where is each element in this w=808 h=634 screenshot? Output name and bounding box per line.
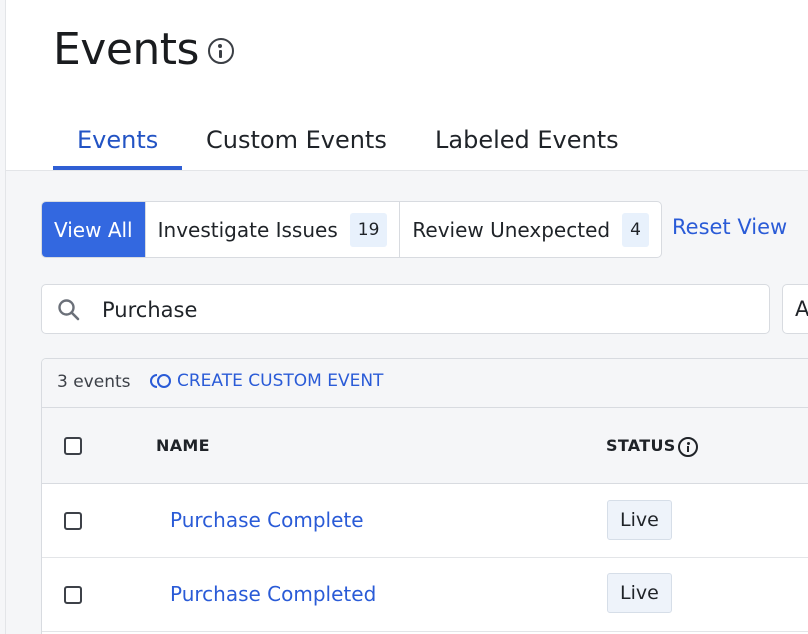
status-badge: Live	[607, 573, 672, 613]
info-icon[interactable]	[208, 38, 234, 64]
row-checkbox[interactable]	[64, 512, 82, 530]
column-header-name[interactable]: NAME	[156, 436, 210, 455]
status-info-icon[interactable]	[678, 437, 698, 457]
page-title: Events	[53, 24, 199, 75]
events-table: 3 events CREATE CUSTOM EVENT NAME STATUS…	[41, 358, 808, 634]
event-name-link[interactable]: Purchase Completed	[170, 582, 376, 606]
view-filter-group: View All Investigate Issues 19 Review Un…	[41, 201, 662, 258]
investigate-issues-label: Investigate Issues	[157, 217, 338, 242]
reset-view-link[interactable]: Reset View	[672, 215, 787, 239]
select-all-checkbox[interactable]	[64, 437, 82, 455]
create-custom-event-label: CREATE CUSTOM EVENT	[177, 371, 384, 391]
event-name-link[interactable]: Purchase Complete	[170, 508, 364, 532]
investigate-count-badge: 19	[349, 212, 388, 247]
table-toolbar: 3 events CREATE CUSTOM EVENT	[42, 359, 808, 408]
row-checkbox[interactable]	[64, 586, 82, 604]
view-all-button[interactable]: View All	[42, 202, 145, 257]
search-box	[41, 284, 770, 334]
filter-select[interactable]: A	[782, 284, 808, 334]
review-count-badge: 4	[622, 212, 649, 247]
table-row[interactable]: Purchase Complete Live	[42, 484, 808, 558]
tab-events[interactable]: Events	[77, 112, 158, 168]
review-unexpected-label: Review Unexpected	[412, 217, 611, 242]
table-header: NAME STATUS	[42, 408, 808, 484]
status-badge: Live	[607, 500, 672, 540]
tab-labeled-events[interactable]: Labeled Events	[435, 112, 619, 168]
create-custom-event-link[interactable]: CREATE CUSTOM EVENT	[150, 371, 383, 391]
table-row[interactable]: Purchase Completed Live	[42, 558, 808, 632]
tab-custom-events[interactable]: Custom Events	[206, 112, 387, 168]
investigate-issues-button[interactable]: Investigate Issues 19	[144, 202, 400, 257]
event-count: 3 events	[57, 372, 131, 392]
review-unexpected-button[interactable]: Review Unexpected 4	[399, 202, 660, 257]
column-header-status[interactable]: STATUS	[606, 436, 676, 455]
search-icon	[58, 299, 80, 321]
events-content: View All Investigate Issues 19 Review Un…	[6, 170, 808, 634]
search-input[interactable]	[102, 295, 742, 325]
custom-event-icon	[150, 374, 171, 388]
